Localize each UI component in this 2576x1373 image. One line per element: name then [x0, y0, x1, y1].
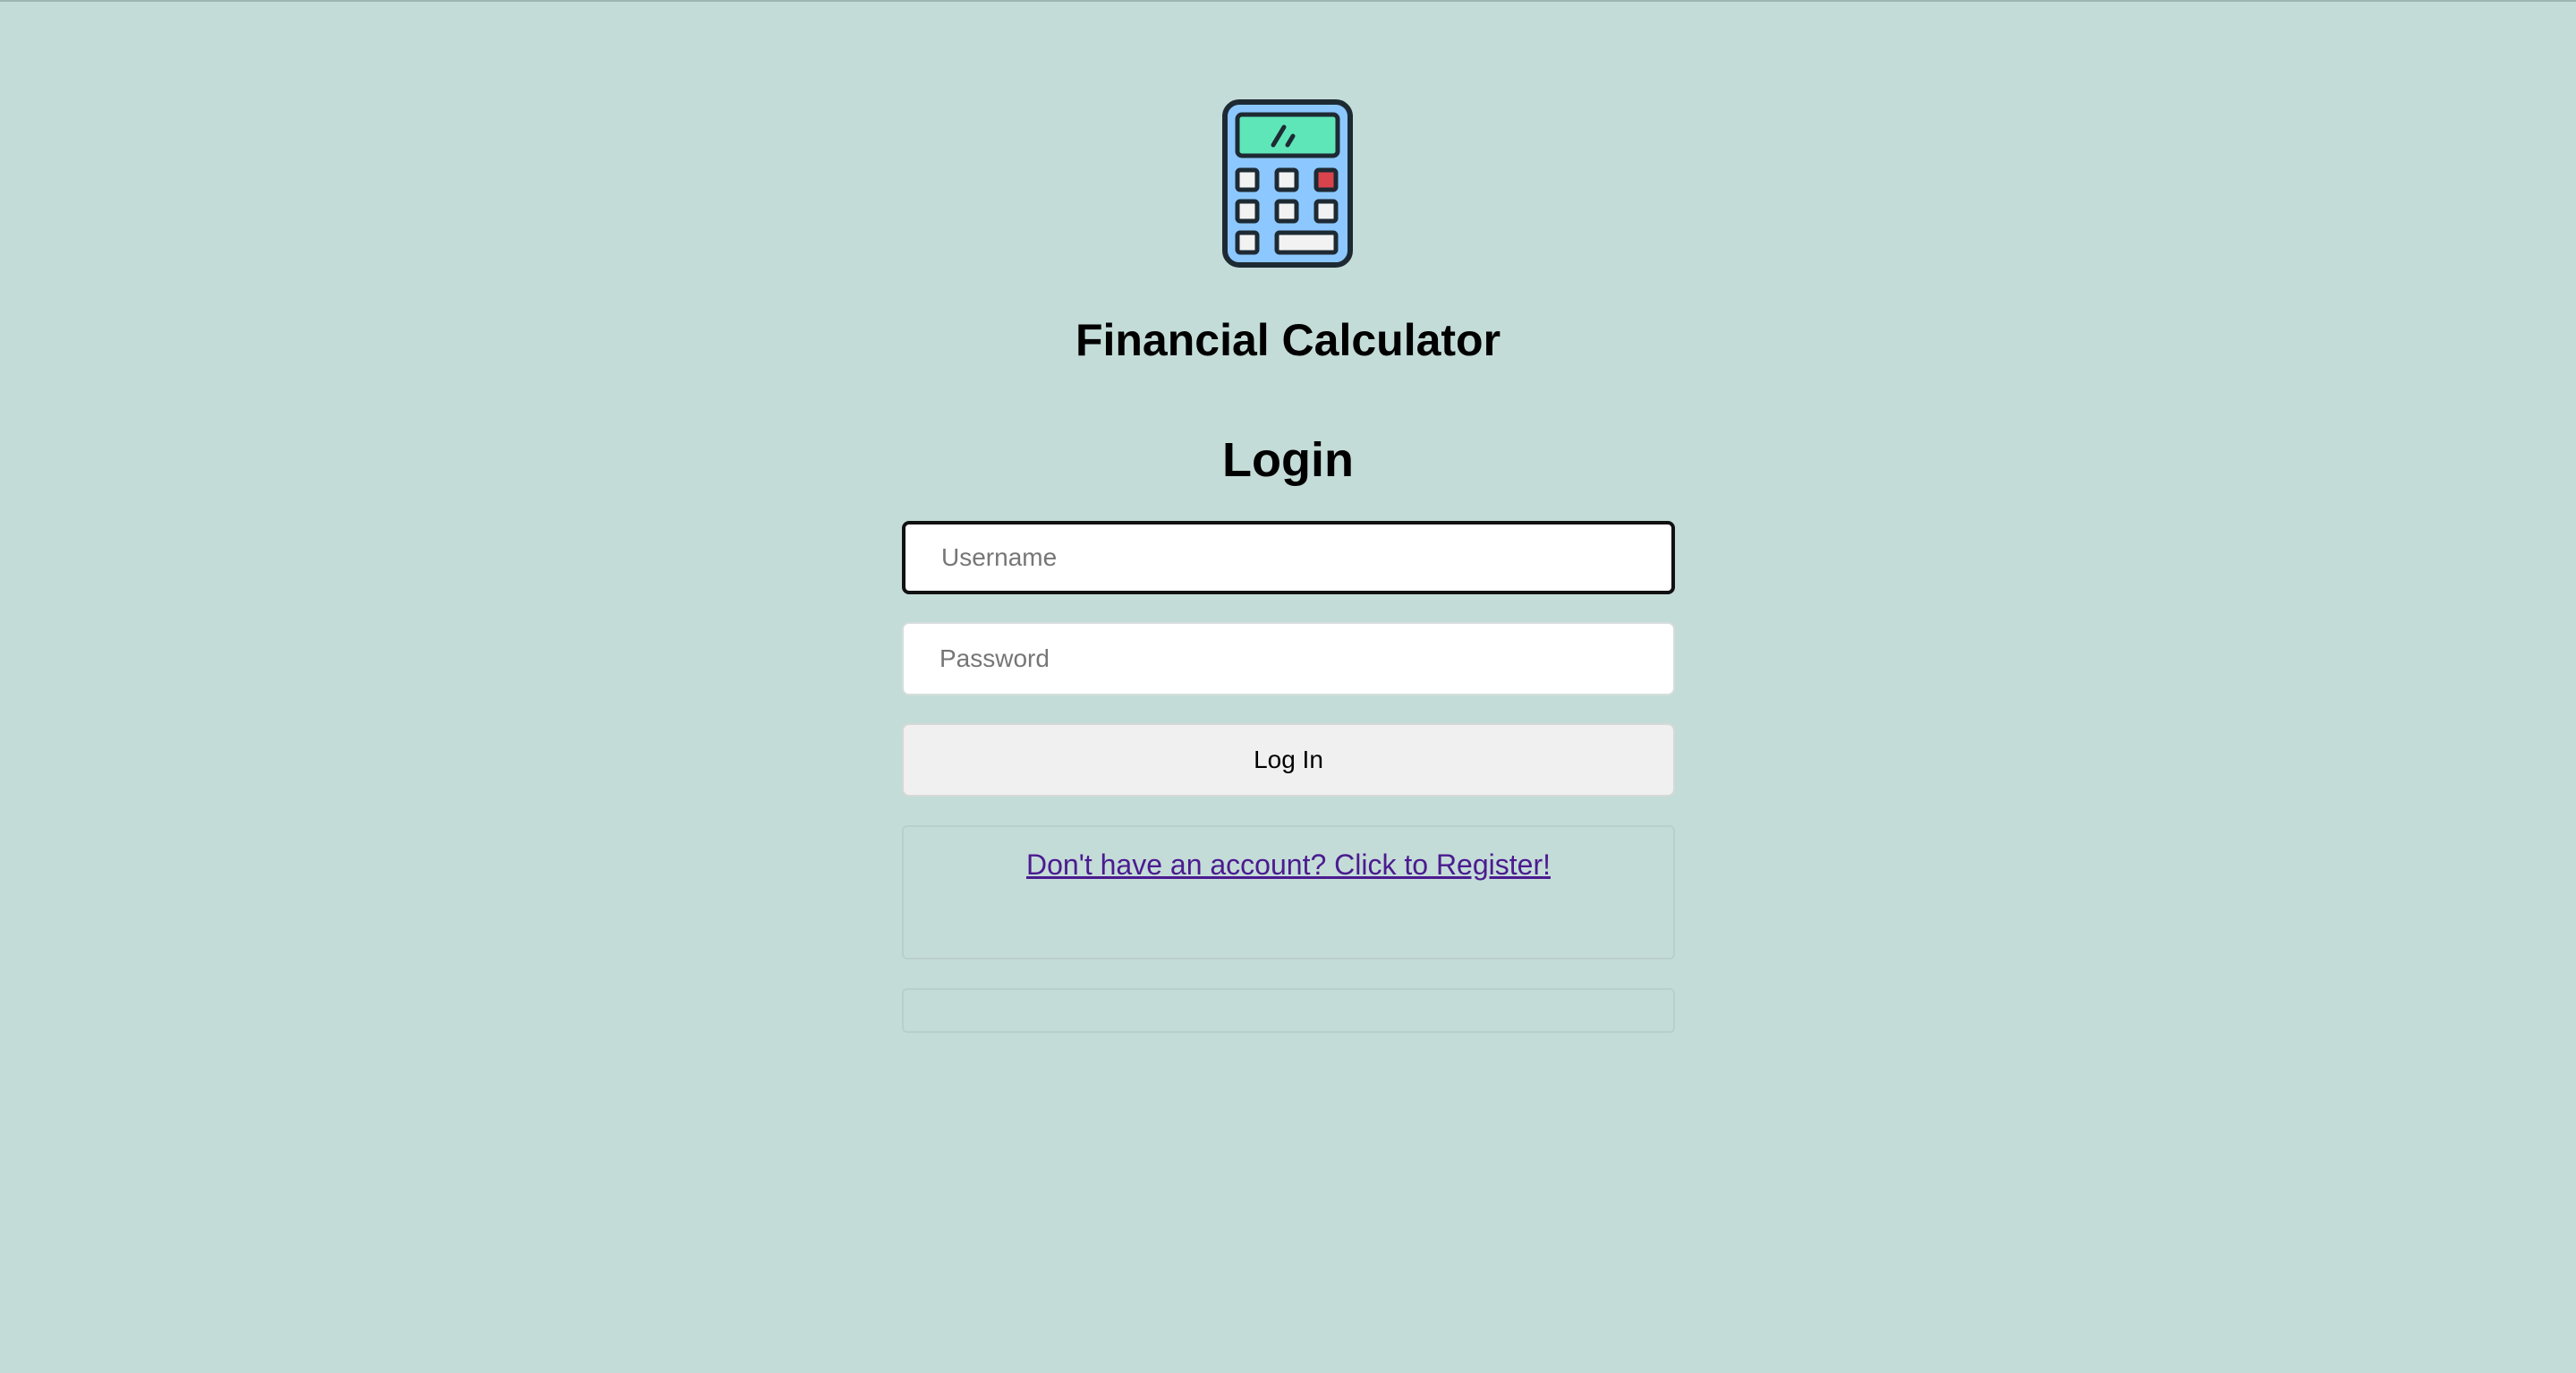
- login-heading: Login: [1222, 433, 1354, 487]
- register-link[interactable]: Don't have an account? Click to Register…: [904, 847, 1673, 883]
- password-input[interactable]: [902, 622, 1675, 695]
- message-area: [902, 988, 1675, 1033]
- calculator-icon: [1221, 98, 1354, 269]
- app-title: Financial Calculator: [1075, 315, 1501, 365]
- username-input[interactable]: [902, 521, 1675, 594]
- login-button[interactable]: Log In: [902, 723, 1675, 797]
- login-page: Financial Calculator Login Log In Don't …: [0, 2, 2576, 1373]
- register-panel: Don't have an account? Click to Register…: [902, 825, 1675, 959]
